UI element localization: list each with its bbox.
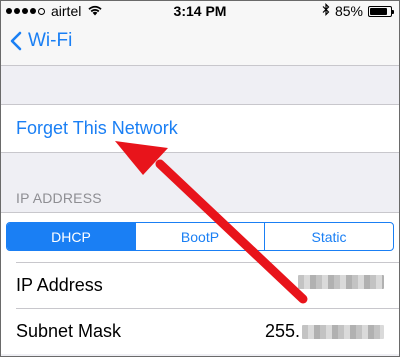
back-label: Wi-Fi <box>28 30 73 51</box>
segment-static[interactable]: Static <box>265 223 393 250</box>
ip-address-value <box>296 275 384 289</box>
redacted-ip-value <box>298 275 384 289</box>
subnet-mask-value: 255. <box>265 321 384 342</box>
status-bar: airtel 3:14 PM 85% <box>0 0 400 22</box>
row-separator <box>16 262 400 263</box>
forget-network-row[interactable]: Forget This Network <box>0 104 400 153</box>
redacted-subnet-value <box>302 324 384 339</box>
battery-icon <box>368 5 394 17</box>
subnet-mask-value-prefix: 255. <box>264 321 300 341</box>
row-separator <box>16 308 400 309</box>
status-right: 85% <box>322 3 394 19</box>
ip-mode-container: DHCP BootP Static <box>0 212 400 262</box>
subnet-mask-row: Subnet Mask 255. <box>0 308 400 354</box>
segment-dhcp[interactable]: DHCP <box>7 223 136 250</box>
forget-network-button[interactable]: Forget This Network <box>16 118 178 139</box>
segment-bootp[interactable]: BootP <box>136 223 265 250</box>
ip-address-row: IP Address <box>0 262 400 308</box>
ip-mode-segmented-control: DHCP BootP Static <box>6 222 394 251</box>
navigation-bar: Wi-Fi <box>0 22 400 66</box>
back-button[interactable]: Wi-Fi <box>10 30 72 52</box>
subnet-mask-label: Subnet Mask <box>16 321 122 341</box>
chevron-left-icon <box>10 31 22 51</box>
ip-address-section-header: IP ADDRESS <box>16 190 102 206</box>
battery-percent: 85% <box>334 3 363 19</box>
bluetooth-icon <box>322 3 330 19</box>
ip-address-label: IP Address <box>16 275 103 295</box>
